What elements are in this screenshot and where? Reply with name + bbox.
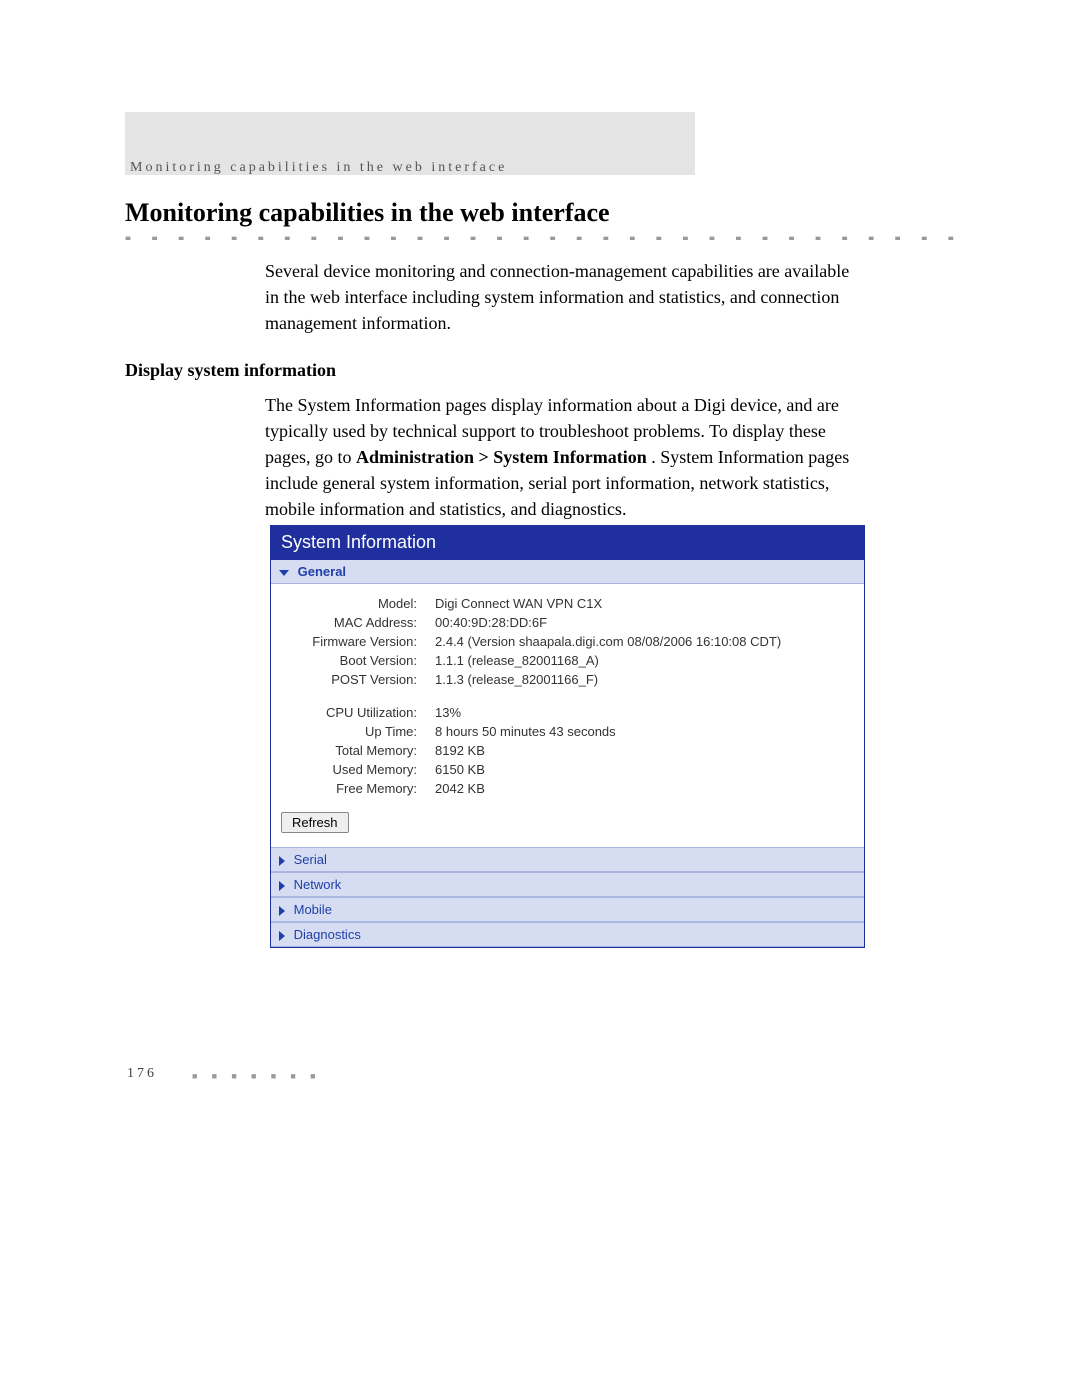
intro-paragraph: Several device monitoring and connection…: [265, 258, 865, 336]
row-boot-key: Boot Version:: [281, 653, 417, 668]
running-head: Monitoring capabilities in the web inter…: [130, 160, 507, 176]
system-information-panel: System Information General Model: Digi C…: [270, 525, 865, 948]
accordion-general[interactable]: General: [271, 560, 864, 584]
page-number: 176: [127, 1066, 157, 1082]
accordion-mobile-label: Mobile: [294, 902, 332, 917]
refresh-button[interactable]: Refresh: [281, 812, 349, 833]
general-body: Model: Digi Connect WAN VPN C1X MAC Addr…: [271, 584, 864, 847]
dotted-rule: ■ ■ ■ ■ ■ ■ ■ ■ ■ ■ ■ ■ ■ ■ ■ ■ ■ ■ ■ ■ …: [125, 234, 955, 240]
caret-right-icon: [279, 906, 285, 916]
section-title: Monitoring capabilities in the web inter…: [125, 198, 610, 228]
row-cpu-value: 13%: [435, 705, 854, 720]
row-firmware-value: 2.4.4 (Version shaapala.digi.com 08/08/2…: [435, 634, 854, 649]
accordion-diagnostics-label: Diagnostics: [294, 927, 361, 942]
row-totalmem-value: 8192 KB: [435, 743, 854, 758]
accordion-serial[interactable]: Serial: [271, 847, 864, 872]
body-paragraph: The System Information pages display inf…: [265, 392, 870, 522]
row-uptime-value: 8 hours 50 minutes 43 seconds: [435, 724, 854, 739]
row-model-key: Model:: [281, 596, 417, 611]
row-post-key: POST Version:: [281, 672, 417, 687]
accordion-mobile[interactable]: Mobile: [271, 897, 864, 922]
grid-spacer: [281, 691, 854, 701]
footer-dots: ■ ■ ■ ■ ■ ■ ■: [192, 1071, 322, 1081]
row-cpu-key: CPU Utilization:: [281, 705, 417, 720]
accordion-network-label: Network: [294, 877, 342, 892]
subsection-title: Display system information: [125, 360, 336, 381]
row-uptime-key: Up Time:: [281, 724, 417, 739]
row-totalmem-key: Total Memory:: [281, 743, 417, 758]
accordion-diagnostics[interactable]: Diagnostics: [271, 922, 864, 947]
row-freemem-key: Free Memory:: [281, 781, 417, 796]
accordion-serial-label: Serial: [294, 852, 327, 867]
row-freemem-value: 2042 KB: [435, 781, 854, 796]
document-page: Monitoring capabilities in the web inter…: [0, 0, 1080, 1397]
body-text-bold: Administration > System Information: [356, 447, 647, 467]
row-usedmem-key: Used Memory:: [281, 762, 417, 777]
row-usedmem-value: 6150 KB: [435, 762, 854, 777]
accordion-network[interactable]: Network: [271, 872, 864, 897]
row-mac-value: 00:40:9D:28:DD:6F: [435, 615, 854, 630]
caret-down-icon: [279, 570, 289, 576]
row-boot-value: 1.1.1 (release_82001168_A): [435, 653, 854, 668]
row-model-value: Digi Connect WAN VPN C1X: [435, 596, 854, 611]
row-post-value: 1.1.3 (release_82001166_F): [435, 672, 854, 687]
caret-right-icon: [279, 856, 285, 866]
info-grid: Model: Digi Connect WAN VPN C1X MAC Addr…: [281, 596, 854, 796]
accordion-general-label: General: [298, 564, 346, 579]
panel-title: System Information: [271, 526, 864, 560]
caret-right-icon: [279, 881, 285, 891]
caret-right-icon: [279, 931, 285, 941]
row-mac-key: MAC Address:: [281, 615, 417, 630]
row-firmware-key: Firmware Version:: [281, 634, 417, 649]
